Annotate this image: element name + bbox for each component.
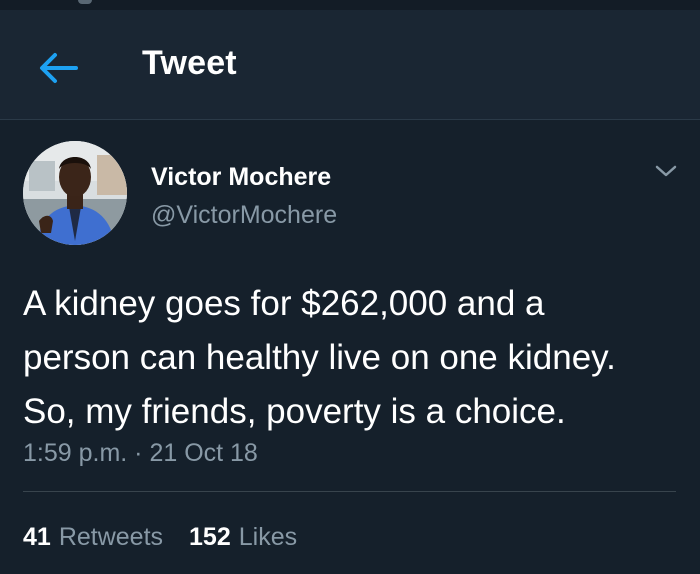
back-button[interactable]	[30, 42, 86, 94]
retweets-label: Retweets	[58, 523, 164, 551]
status-indicator	[78, 0, 92, 4]
avatar[interactable]	[23, 141, 127, 245]
top-app-bar: Tweet	[0, 10, 700, 120]
tweet-text: A kidney goes for $262,000 and a person …	[23, 284, 616, 431]
tweet-menu-button[interactable]	[648, 157, 684, 185]
retweets-count: 41	[23, 523, 51, 551]
tweet-card: Victor Mochere @VictorMochere A kidney g…	[0, 121, 700, 574]
divider	[23, 491, 676, 492]
profile-photo	[23, 141, 127, 245]
tweet-detail-screen: Tweet Victor Mochere @VictorMochere A ki…	[0, 0, 700, 574]
tweet-timestamp: 1:59 p.m. · 21 Oct 18	[23, 439, 258, 467]
likes-label: Likes	[238, 523, 298, 551]
retweets-stat[interactable]: 41 Retweets	[23, 523, 163, 552]
author-name[interactable]: Victor Mochere	[151, 163, 331, 192]
author-handle[interactable]: @VictorMochere	[151, 201, 337, 230]
likes-count: 152	[189, 523, 231, 551]
chevron-down-icon	[655, 165, 677, 177]
page-title: Tweet	[142, 44, 237, 82]
status-bar	[0, 0, 700, 10]
tweet-stats: 41 Retweets 152 Likes	[23, 523, 297, 552]
likes-stat[interactable]: 152 Likes	[189, 523, 297, 552]
arrow-left-icon	[40, 53, 78, 83]
